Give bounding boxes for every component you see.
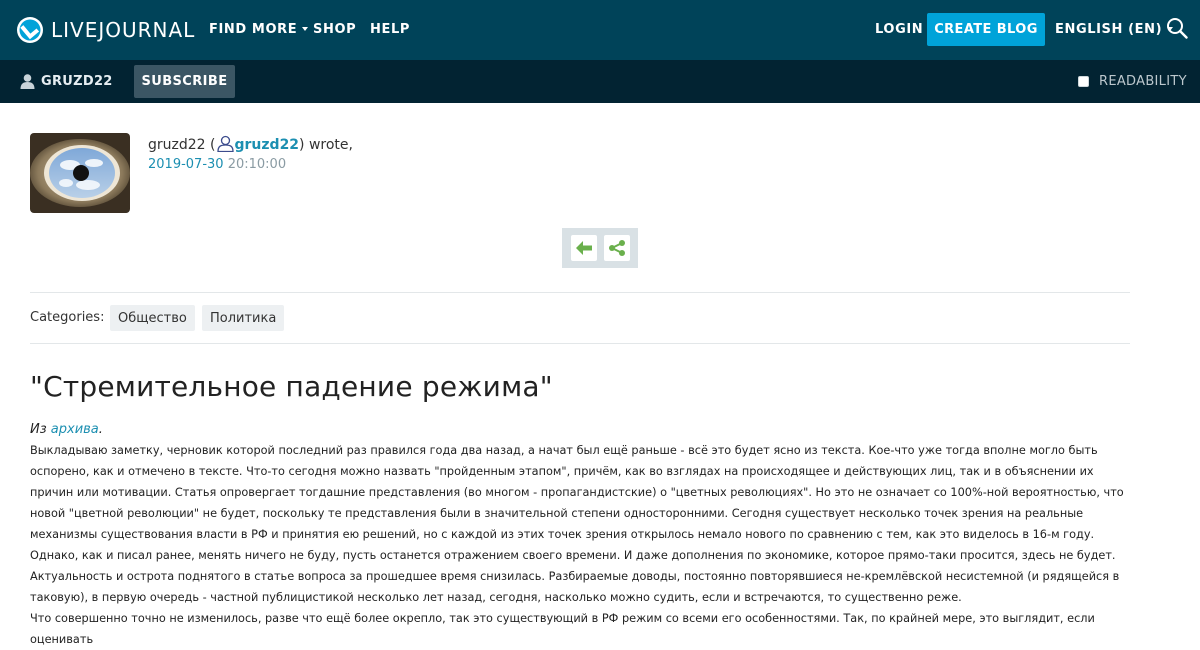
avatar-eye-image — [30, 133, 130, 213]
nav-find-more[interactable]: FIND MORE — [209, 22, 309, 37]
back-button[interactable] — [570, 235, 597, 261]
language-selector[interactable]: ENGLISH (EN) — [1055, 22, 1174, 37]
readability-checkbox[interactable] — [1078, 76, 1089, 87]
subscribe-button[interactable]: SUBSCRIBE — [134, 65, 235, 98]
share-button[interactable] — [603, 235, 630, 261]
author-username-link[interactable]: gruzd22 — [235, 137, 300, 153]
wrote-text: wrote, — [308, 137, 353, 153]
nav-shop[interactable]: SHOP — [313, 22, 356, 37]
readability-toggle[interactable]: READABILITY — [1078, 74, 1187, 89]
post-paragraph: Актуальность и острота поднятого в стать… — [30, 570, 1120, 604]
share-icon — [608, 240, 625, 256]
nav-help[interactable]: HELP — [370, 22, 410, 37]
post-paragraph: Что совершенно точно не изменилось, разв… — [30, 612, 1095, 646]
intro-suffix: . — [98, 422, 103, 437]
author-display-name: gruzd22 — [148, 137, 206, 153]
divider — [30, 343, 1130, 344]
search-icon[interactable] — [1166, 17, 1188, 39]
post-intro: Из архива. — [30, 419, 1134, 440]
create-blog-button[interactable]: CREATE BLOG — [927, 13, 1045, 46]
post-dateline: 2019-07-30 20:10:00 — [148, 157, 286, 172]
intro-prefix: Из — [30, 422, 47, 437]
journal-name: GRUZD22 — [41, 73, 113, 89]
userhead-icon[interactable] — [216, 135, 234, 152]
login-link[interactable]: LOGIN — [875, 22, 923, 37]
logo-text: LIVEJOURNAL — [51, 18, 196, 42]
avatar[interactable] — [30, 133, 130, 213]
post-title: "Стремительное падение режима" — [30, 370, 553, 403]
user-icon — [20, 74, 35, 89]
archive-link[interactable]: архива — [51, 422, 99, 437]
post-byline: gruzd22 ( gruzd22) wrote, — [148, 135, 353, 153]
livejournal-logo-icon — [17, 17, 43, 43]
post-body: Из архива. Выкладываю заметку, черновик … — [30, 419, 1134, 650]
livejournal-logo[interactable]: LIVEJOURNAL — [16, 15, 195, 45]
category-tag[interactable]: Политика — [202, 305, 285, 331]
category-tag[interactable]: Общество — [110, 305, 195, 331]
post-time: 20:10:00 — [227, 157, 287, 172]
post-actions — [562, 228, 638, 268]
divider — [30, 292, 1130, 293]
chevron-down-icon — [302, 27, 309, 31]
readability-label: READABILITY — [1099, 74, 1187, 89]
post-paragraph: Выкладываю заметку, черновик которой пос… — [30, 444, 1124, 562]
nav-find-more-label: FIND MORE — [209, 22, 298, 37]
language-label: ENGLISH (EN) — [1055, 22, 1163, 37]
categories-label: Categories: — [30, 310, 105, 325]
back-arrow-icon — [575, 241, 592, 255]
journal-user-link[interactable]: GRUZD22 — [20, 73, 113, 89]
post-date-link[interactable]: 2019-07-30 — [148, 157, 224, 172]
